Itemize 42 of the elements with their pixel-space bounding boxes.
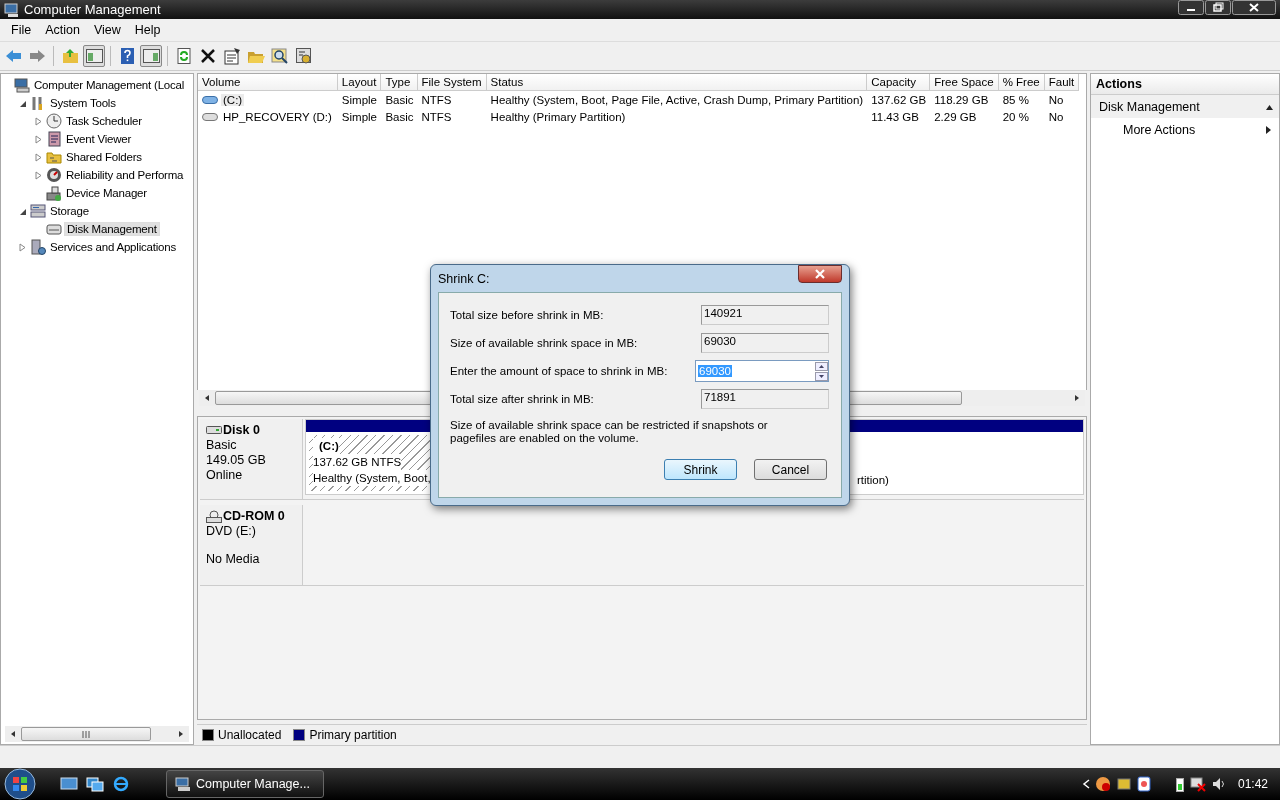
- readonly-field: 140921: [701, 305, 829, 325]
- table-cell: 20 %: [1002, 110, 1029, 123]
- disk-detail: Basic: [206, 439, 238, 452]
- table-cell: Basic: [385, 93, 414, 106]
- partition-text: (C:): [313, 438, 339, 454]
- disk-detail: Online: [206, 469, 244, 482]
- table-cell: 2.29 GB: [934, 110, 977, 123]
- disk-detail: 149.05 GB: [206, 454, 267, 467]
- readonly-field: 69030: [701, 333, 829, 353]
- dialog-note: Size of available shrink space can be restricted if snapshots or pagefiles are enabled on the volume.: [450, 419, 769, 445]
- table-cell: Simple: [341, 93, 377, 106]
- field-label: Total size after shrink in MB:: [450, 393, 594, 405]
- table-cell: NTFS: [421, 110, 452, 123]
- field-label: Enter the amount of space to shrink in MB:: [450, 365, 668, 377]
- table-cell: 118.29 GB: [934, 93, 989, 106]
- table-cell: 11.43 GB: [871, 110, 919, 123]
- table-cell: Simple: [341, 110, 377, 123]
- readonly-field: 71891: [701, 389, 829, 409]
- table-cell: No: [1048, 93, 1064, 106]
- legend-label: Unallocated: [218, 728, 282, 742]
- dialog-title: Shrink C:: [438, 271, 490, 286]
- disk-detail: DVD (E:): [206, 525, 257, 538]
- partition-text: Healthy (System, Boot,: [313, 470, 431, 486]
- table-cell: Healthy (Primary Partition): [490, 110, 626, 123]
- table-cell: 137.62 GB: [871, 93, 927, 106]
- section-title: Disk Management: [1099, 100, 1200, 114]
- table-cell: 85 %: [1002, 93, 1029, 106]
- window-title: Computer Management: [24, 2, 162, 17]
- disk-detail: No Media: [206, 553, 261, 566]
- table-cell: Healthy (System, Boot, Page File, Active, Crash Dump, Primary Partition): [490, 93, 864, 106]
- table-cell: No: [1048, 110, 1064, 123]
- disk-name: CD-ROM 0: [223, 509, 285, 523]
- table-cell: Basic: [385, 110, 414, 123]
- legend-label: Primary partition: [309, 728, 397, 742]
- table-cell: NTFS: [421, 93, 452, 106]
- partition-text: 137.62 GB NTFS: [313, 454, 402, 470]
- actions-title: Actions: [1091, 74, 1279, 95]
- action-label: More Actions: [1123, 123, 1196, 137]
- field-label: Total size before shrink in MB:: [450, 309, 604, 321]
- field-label: Size of available shrink space in MB:: [450, 337, 638, 349]
- disk-name: Disk 0: [223, 423, 260, 437]
- clock: 01:42: [1237, 777, 1268, 791]
